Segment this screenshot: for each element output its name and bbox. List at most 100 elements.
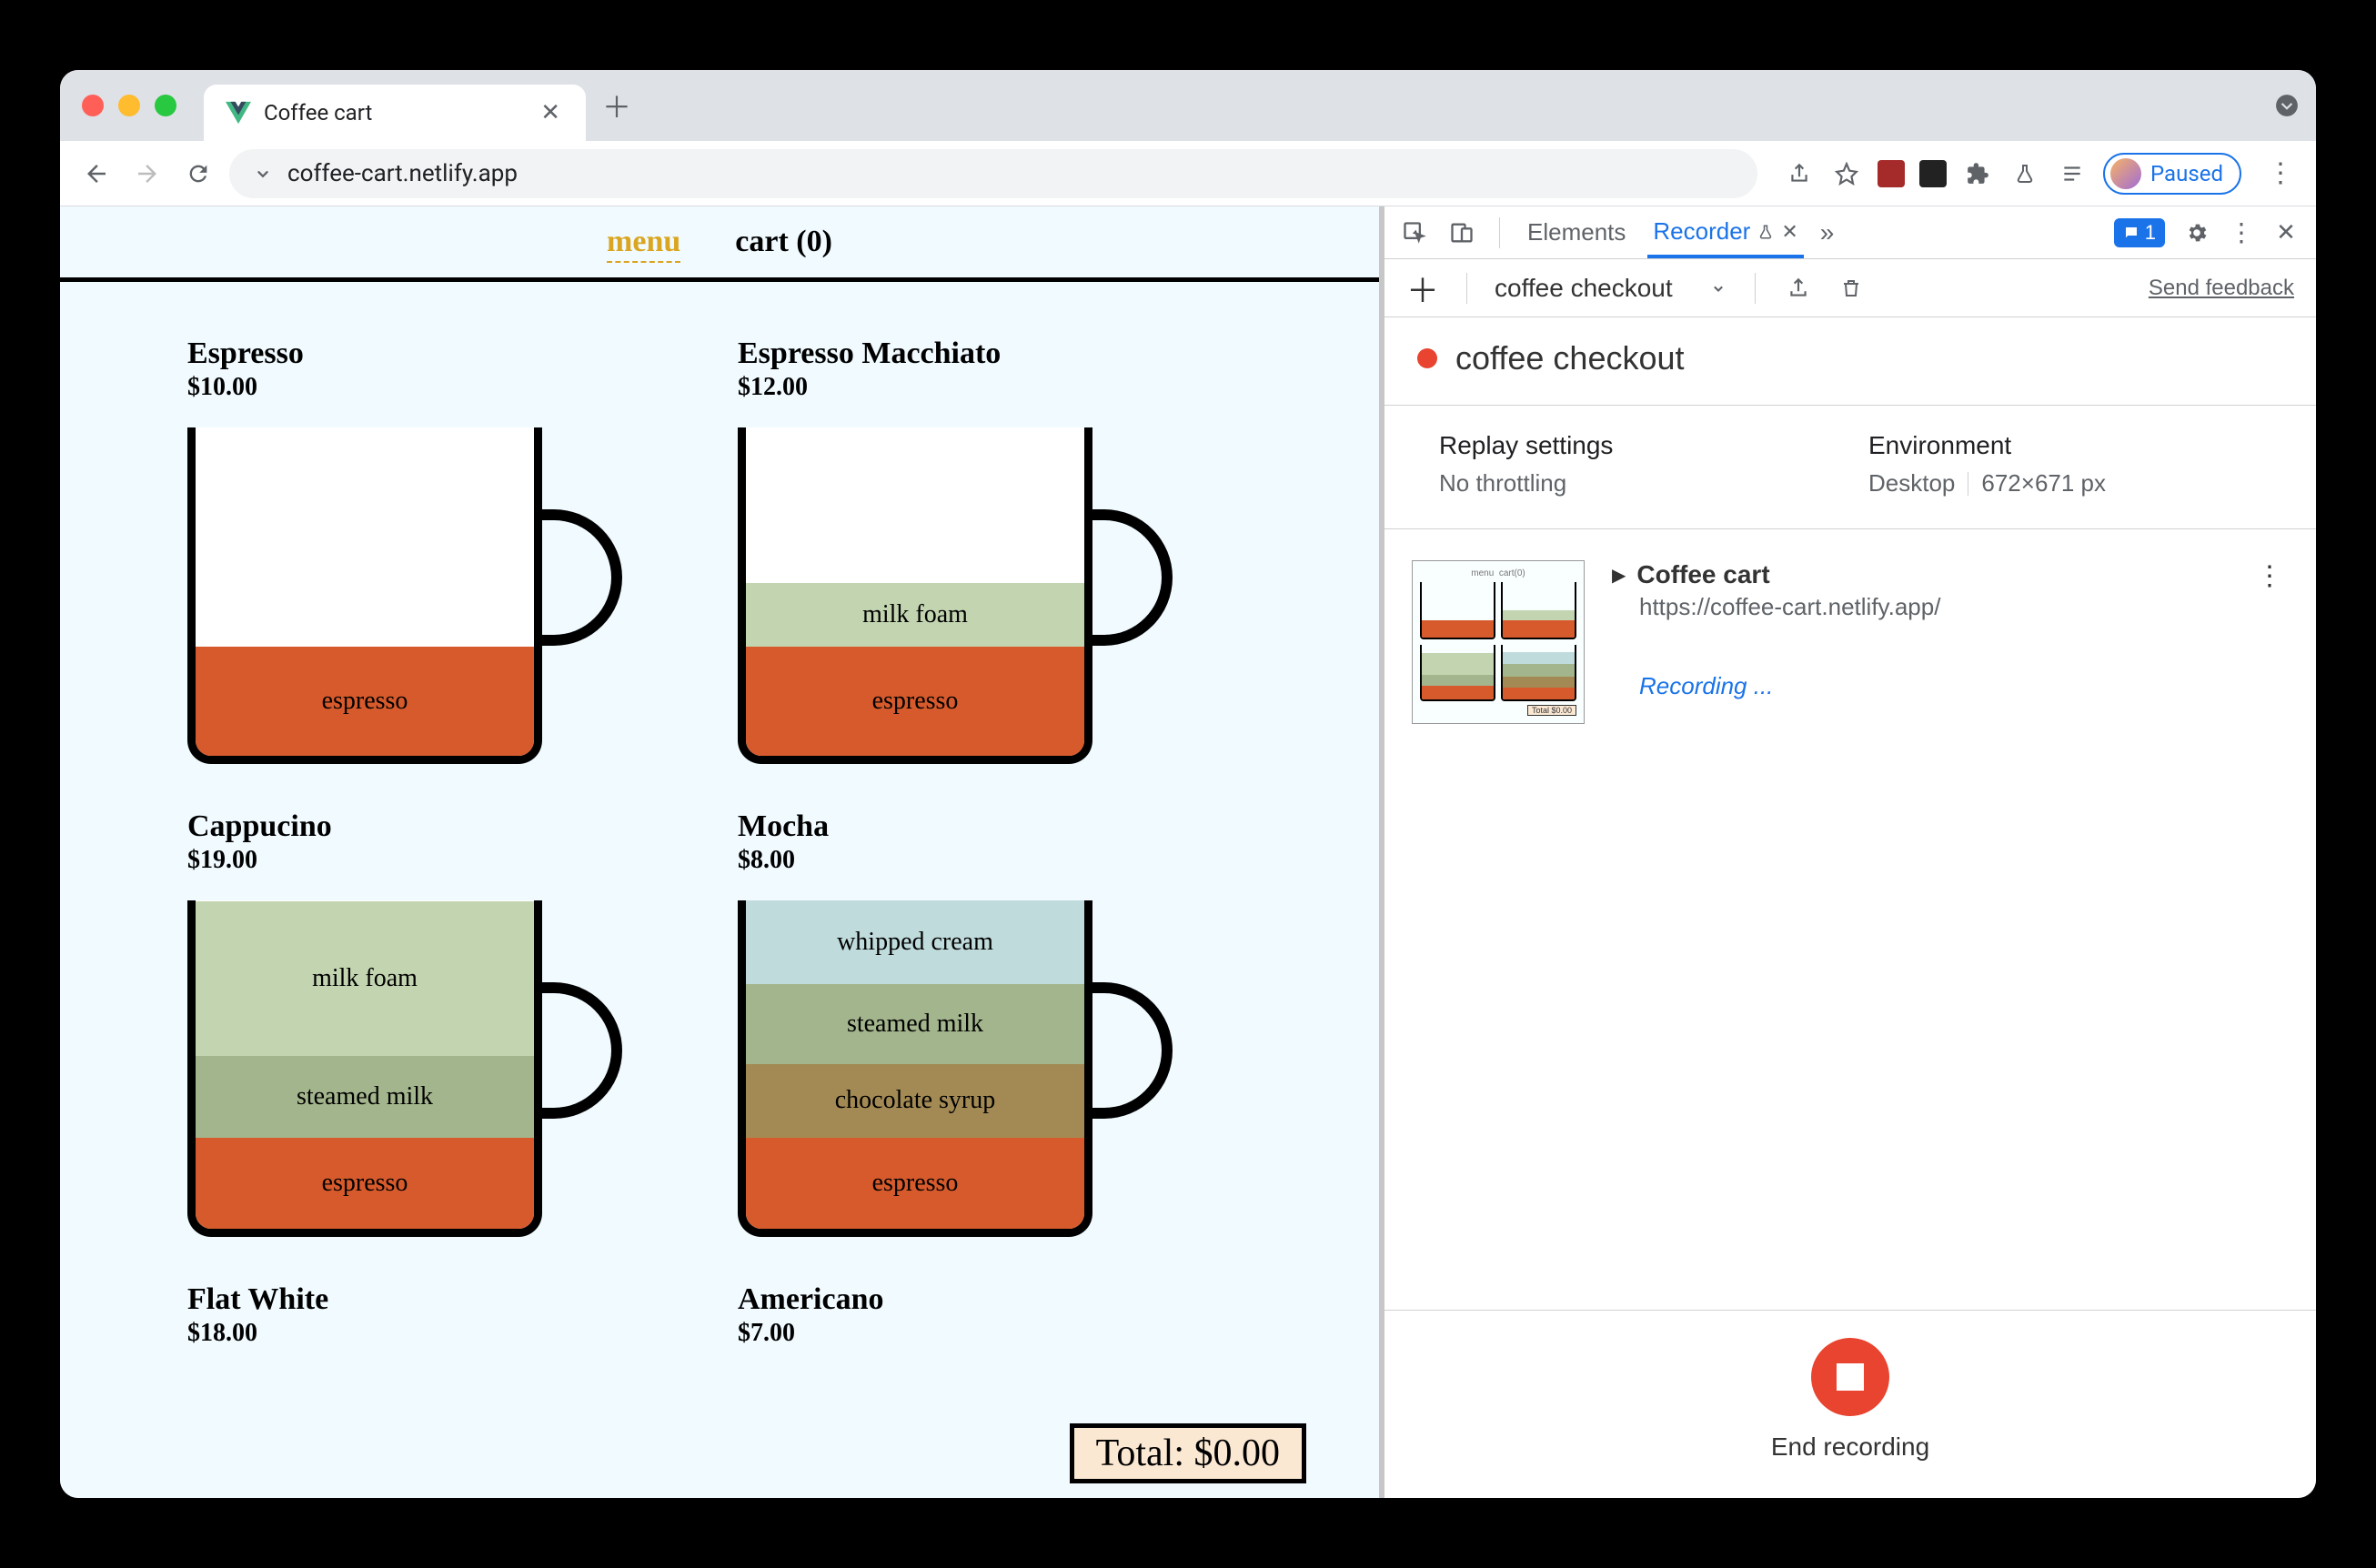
cup-handle-icon <box>1082 509 1173 646</box>
content-row: menu cart (0) Espresso $10.00 espresso <box>60 206 2316 1498</box>
layer-espresso: espresso <box>196 1138 534 1229</box>
toolbar-actions: Paused ⋮ <box>1783 153 2300 195</box>
product-price: $18.00 <box>187 1319 701 1348</box>
site-info-icon[interactable] <box>253 164 273 184</box>
extension-1-icon[interactable] <box>1878 160 1905 187</box>
expand-caret-icon[interactable]: ▶ <box>1612 564 1626 587</box>
step-url: https://coffee-cart.netlify.app/ <box>1639 593 2223 621</box>
product-price: $7.00 <box>738 1319 1252 1348</box>
back-button[interactable] <box>76 154 116 194</box>
issues-count: 1 <box>2145 221 2156 245</box>
layer-chocolate-syrup: chocolate syrup <box>746 1064 1084 1139</box>
replay-settings-heading: Replay settings <box>1439 431 1832 460</box>
close-panel-icon[interactable]: ✕ <box>1781 220 1797 244</box>
minimize-window-button[interactable] <box>118 95 140 116</box>
bookmark-icon[interactable] <box>1830 157 1863 190</box>
recorder-toolbar: ＋ coffee checkout Send feedback <box>1384 259 2316 317</box>
environment-device: Desktop <box>1868 469 1955 498</box>
cup-espresso-macchiato[interactable]: milk foam espresso <box>738 427 1174 773</box>
nav-menu-link[interactable]: menu <box>607 225 680 263</box>
address-bar[interactable]: coffee-cart.netlify.app <box>229 149 1757 198</box>
product-price: $10.00 <box>187 373 701 402</box>
tab-search-icon[interactable] <box>2274 93 2300 118</box>
labs-flask-icon[interactable] <box>2009 157 2041 190</box>
layer-espresso: espresso <box>196 647 534 756</box>
layer-espresso: espresso <box>746 1138 1084 1229</box>
product-americano: Americano $7.00 <box>738 1282 1252 1348</box>
export-icon[interactable] <box>1783 273 1814 304</box>
address-bar-row: coffee-cart.netlify.app Paused <box>60 141 2316 206</box>
close-window-button[interactable] <box>82 95 104 116</box>
devtools-menu-icon[interactable]: ⋮ <box>2229 217 2254 247</box>
end-recording-label: End recording <box>1771 1432 1929 1462</box>
chevron-down-icon <box>1709 279 1727 297</box>
product-title: Espresso Macchiato <box>738 337 1252 371</box>
extension-2-icon[interactable] <box>1919 160 1947 187</box>
reading-list-icon[interactable] <box>2056 157 2089 190</box>
tab-recorder[interactable]: Recorder ✕ <box>1647 206 1803 258</box>
forward-button[interactable] <box>127 154 167 194</box>
recorder-footer: End recording <box>1384 1310 2316 1498</box>
device-toolbar-icon[interactable] <box>1446 217 1477 248</box>
new-tab-button[interactable]: ＋ <box>602 85 631 126</box>
send-feedback-link[interactable]: Send feedback <box>2149 276 2294 301</box>
recording-status: Recording ... <box>1639 672 2223 700</box>
reload-button[interactable] <box>178 154 218 194</box>
close-devtools-icon[interactable]: ✕ <box>2270 217 2301 248</box>
flask-icon <box>1757 223 1774 241</box>
url-text: coffee-cart.netlify.app <box>287 160 518 187</box>
share-icon[interactable] <box>1783 157 1816 190</box>
new-recording-button[interactable]: ＋ <box>1406 265 1439 312</box>
layer-espresso: espresso <box>746 647 1084 756</box>
tab-elements[interactable]: Elements <box>1522 207 1631 257</box>
app-nav: menu cart (0) <box>60 206 1379 277</box>
recording-selector[interactable]: coffee checkout <box>1495 274 1727 303</box>
chrome-menu-icon[interactable]: ⋮ <box>2256 157 2300 189</box>
product-title: Cappucino <box>187 809 701 844</box>
cup-body: milk foam espresso <box>738 427 1092 764</box>
browser-window: Coffee cart ✕ ＋ coffee-cart.netlify.app <box>60 70 2316 1498</box>
recording-header: coffee checkout <box>1384 317 2316 406</box>
step-info: ▶ Coffee cart https://coffee-cart.netlif… <box>1612 560 2223 700</box>
settings-gear-icon[interactable] <box>2181 217 2212 248</box>
more-tabs-icon[interactable]: » <box>1820 218 1835 247</box>
recorder-settings: Replay settings No throttling Environmen… <box>1384 406 2316 529</box>
cup-mocha[interactable]: whipped cream steamed milk chocolate syr… <box>738 900 1174 1246</box>
layer-milk-foam: milk foam <box>196 901 534 1056</box>
delete-icon[interactable] <box>1836 273 1867 304</box>
issues-badge[interactable]: 1 <box>2114 218 2165 247</box>
nav-cart-link[interactable]: cart (0) <box>735 225 832 263</box>
recorder-steps: menu cart(0) Total $0.00 ▶ Coffee cart <box>1384 529 2316 1310</box>
vue-favicon-icon <box>226 100 251 126</box>
product-price: $12.00 <box>738 373 1252 402</box>
layer-steamed-milk: steamed milk <box>196 1056 534 1138</box>
step-thumbnail: menu cart(0) Total $0.00 <box>1412 560 1585 724</box>
inspect-element-icon[interactable] <box>1399 217 1430 248</box>
browser-tab[interactable]: Coffee cart ✕ <box>204 85 586 141</box>
step-more-icon[interactable]: ⋮ <box>2250 560 2289 592</box>
cup-espresso[interactable]: espresso <box>187 427 624 773</box>
extensions-puzzle-icon[interactable] <box>1961 157 1994 190</box>
cup-cappucino[interactable]: milk foam steamed milk espresso <box>187 900 624 1246</box>
cart-total[interactable]: Total: $0.00 <box>1070 1423 1306 1483</box>
product-price: $8.00 <box>738 846 1252 875</box>
product-espresso: Espresso $10.00 espresso <box>187 337 701 773</box>
profile-badge[interactable]: Paused <box>2103 153 2241 195</box>
recording-name: coffee checkout <box>1455 339 1685 377</box>
separator <box>1466 273 1467 304</box>
close-tab-icon[interactable]: ✕ <box>537 99 564 126</box>
replay-settings-value: No throttling <box>1439 469 1832 498</box>
step-title[interactable]: Coffee cart <box>1636 560 1769 589</box>
cup-handle-icon <box>531 982 622 1119</box>
tab-recorder-label: Recorder <box>1653 217 1750 246</box>
tab-title: Coffee cart <box>264 100 524 126</box>
layer-steamed-milk: steamed milk <box>746 984 1084 1064</box>
step-row: menu cart(0) Total $0.00 ▶ Coffee cart <box>1412 560 2289 724</box>
environment-value: Desktop 672×671 px <box>1868 469 2261 498</box>
record-indicator-icon <box>1417 348 1437 368</box>
product-title: Espresso <box>187 337 701 371</box>
product-espresso-macchiato: Espresso Macchiato $12.00 milk foam espr… <box>738 337 1252 773</box>
cup-handle-icon <box>531 509 622 646</box>
maximize-window-button[interactable] <box>155 95 176 116</box>
end-recording-button[interactable] <box>1811 1338 1889 1416</box>
